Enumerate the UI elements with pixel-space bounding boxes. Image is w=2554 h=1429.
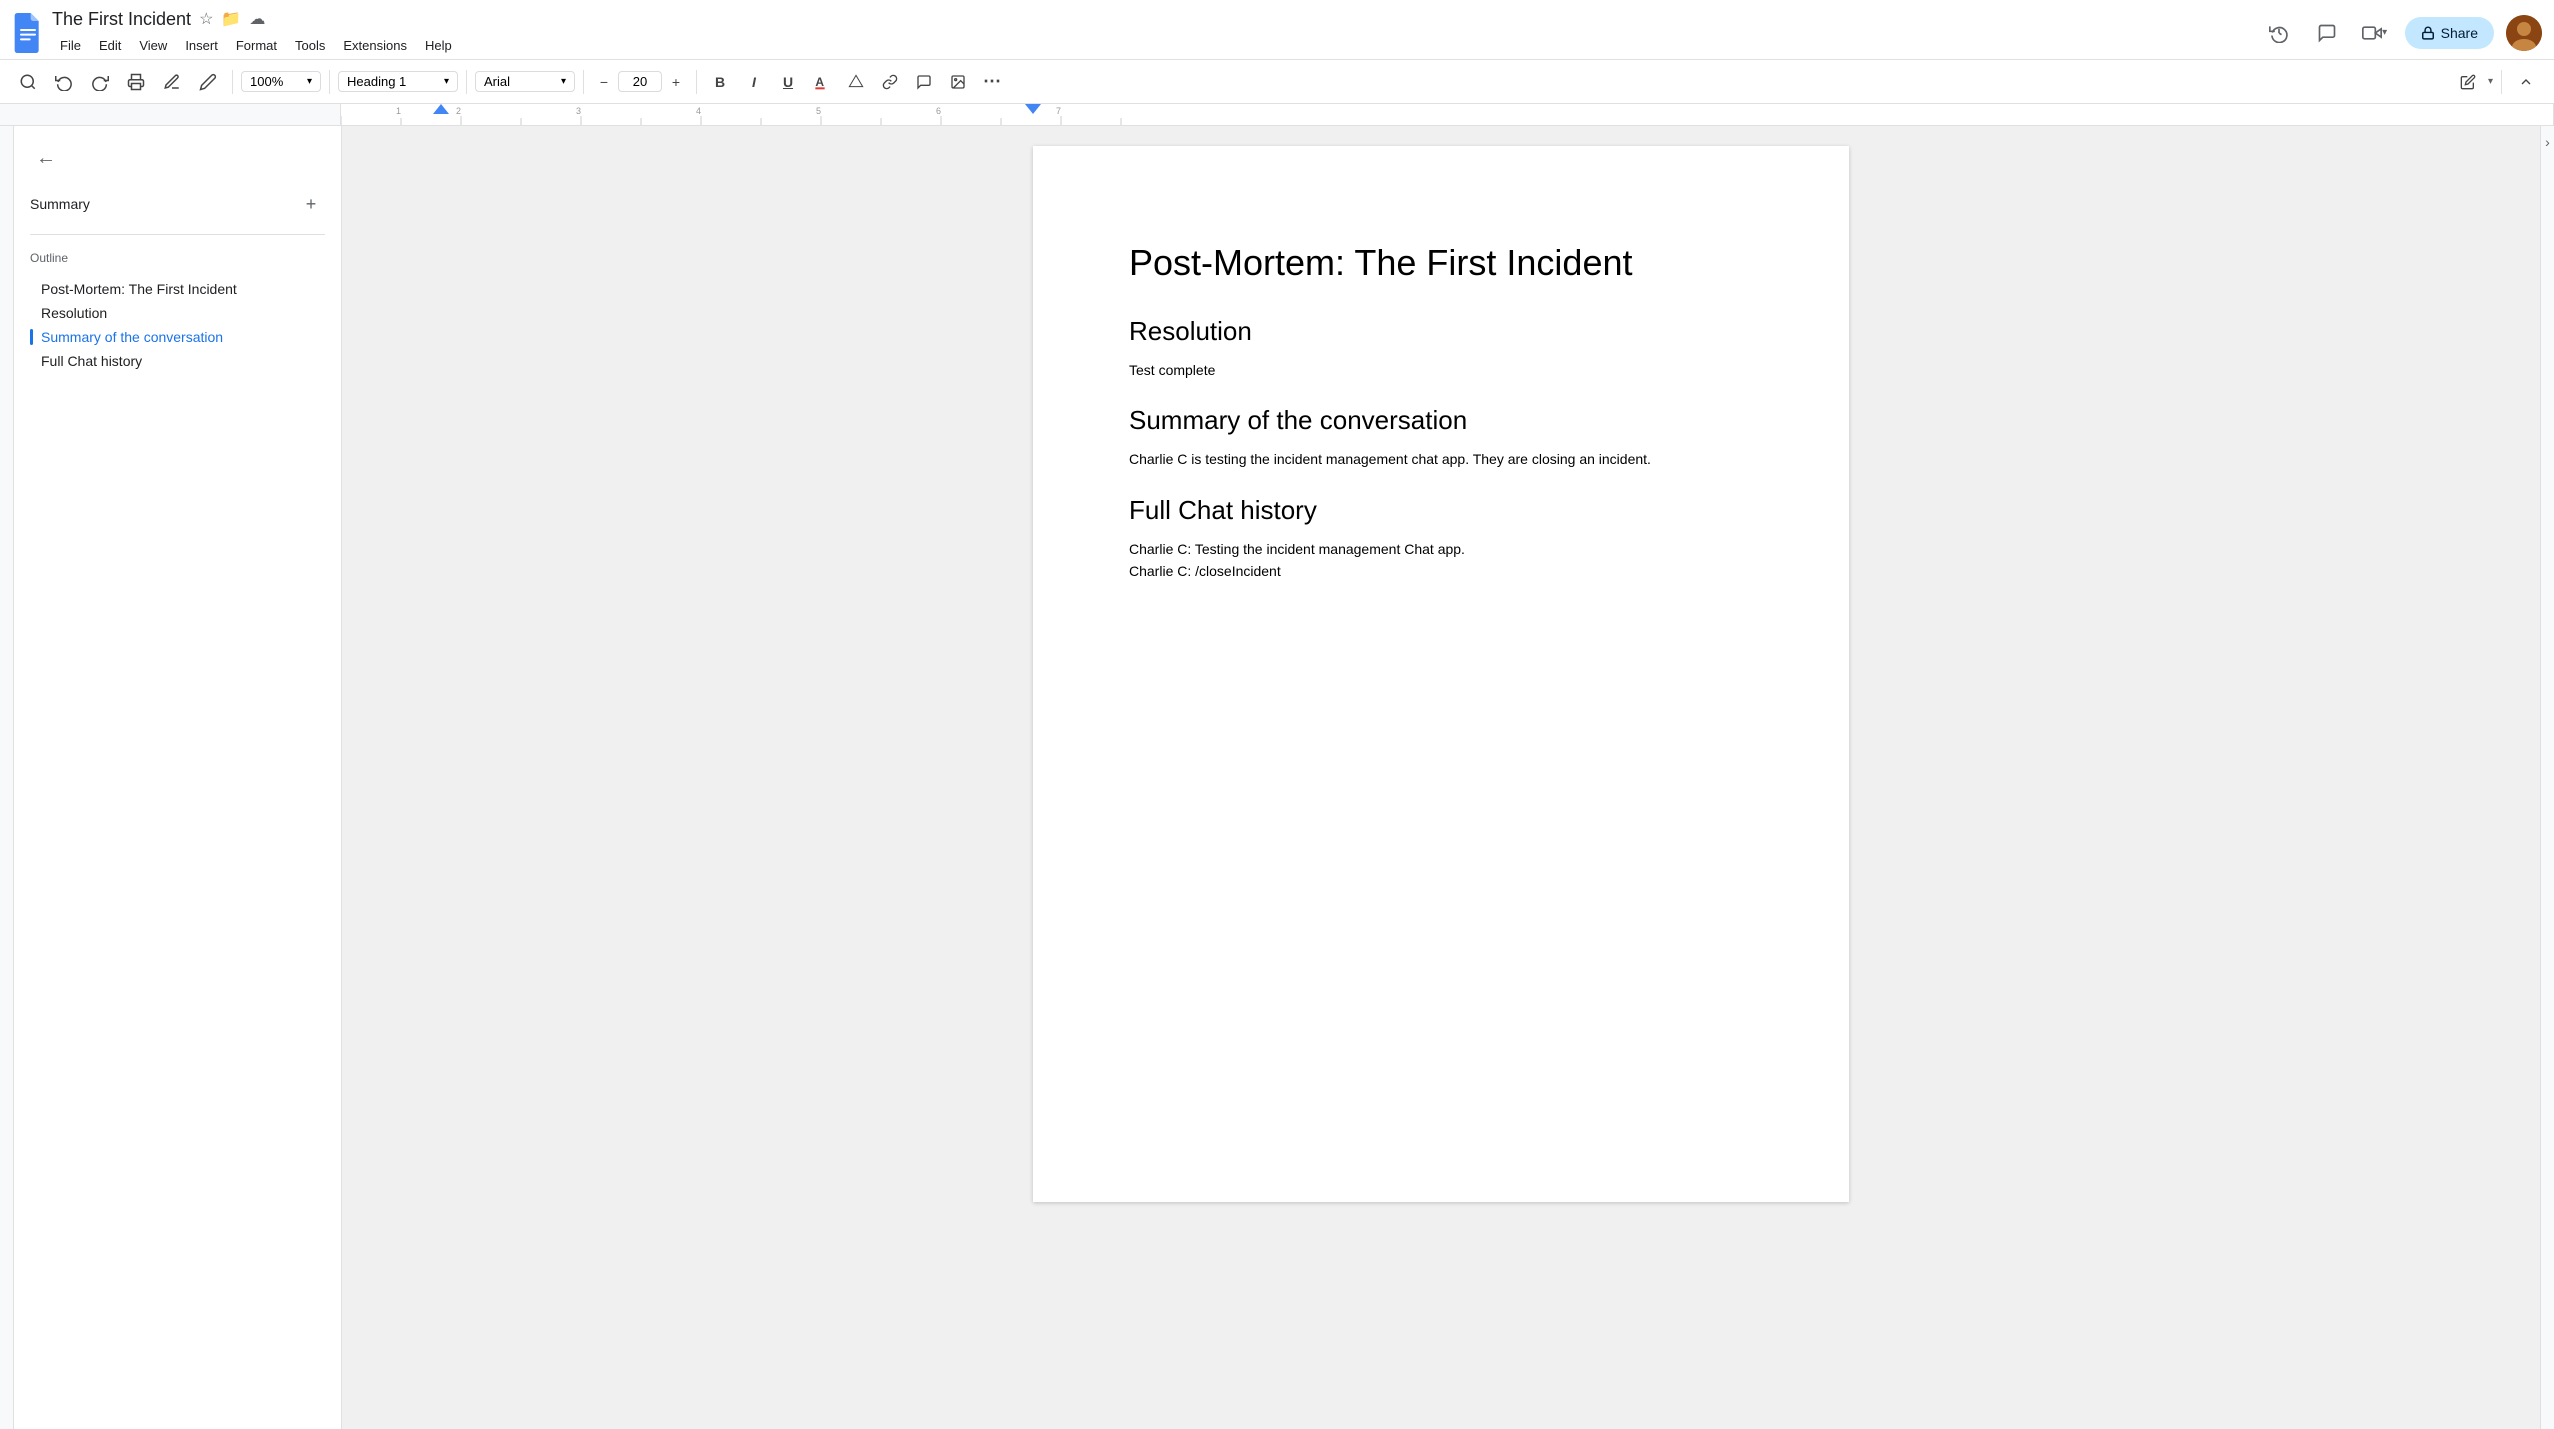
- menu-file[interactable]: File: [52, 34, 89, 57]
- title-bar-right: ▾ Share: [2261, 15, 2542, 51]
- section-2-heading: Summary of the conversation: [1129, 405, 1753, 436]
- font-size-value[interactable]: 20: [618, 71, 662, 92]
- avatar[interactable]: [2506, 15, 2542, 51]
- toolbar-divider-4: [583, 70, 584, 94]
- edit-mode-icon[interactable]: [2452, 66, 2484, 98]
- summary-label: Summary: [30, 196, 90, 212]
- video-icon[interactable]: ▾: [2357, 15, 2393, 51]
- main-area: ← Summary + Outline Post-Mortem: The Fir…: [0, 126, 2554, 1429]
- italic-button[interactable]: I: [739, 67, 769, 97]
- history-icon[interactable]: [2261, 15, 2297, 51]
- docs-logo: [12, 13, 44, 53]
- toolbar: 100% ▾ Heading 1 ▾ Arial ▾ − 20 + B I U …: [0, 60, 2554, 104]
- menu-edit[interactable]: Edit: [91, 34, 129, 57]
- toolbar-divider-6: [2501, 70, 2502, 94]
- title-section: The First Incident ☆ 📁 ☁ File Edit View …: [52, 9, 460, 57]
- section-1-heading: Resolution: [1129, 316, 1753, 347]
- share-label: Share: [2441, 25, 2478, 41]
- style-value: Heading 1: [347, 74, 406, 89]
- sidebar-divider: [30, 234, 325, 235]
- svg-text:4: 4: [696, 106, 701, 116]
- svg-text:1: 1: [396, 106, 401, 116]
- star-icon[interactable]: ☆: [199, 9, 213, 29]
- highlight-button[interactable]: [841, 67, 871, 97]
- svg-text:3: 3: [576, 106, 581, 116]
- menu-tools[interactable]: Tools: [287, 34, 333, 57]
- link-button[interactable]: [875, 67, 905, 97]
- font-size-control: − 20 +: [592, 70, 688, 94]
- spellcheck-icon[interactable]: [156, 66, 188, 98]
- paint-format-icon[interactable]: [192, 66, 224, 98]
- right-panel: ›: [2540, 126, 2554, 1429]
- outline-item-1[interactable]: Post-Mortem: The First Incident: [30, 277, 325, 301]
- folder-icon[interactable]: 📁: [221, 9, 241, 29]
- style-chevron-icon: ▾: [444, 76, 449, 87]
- outline-item-3[interactable]: Summary of the conversation: [30, 325, 325, 349]
- sidebar-summary-row: Summary +: [30, 190, 325, 218]
- section-1-body: Test complete: [1129, 359, 1753, 381]
- add-summary-button[interactable]: +: [297, 190, 325, 218]
- bold-button[interactable]: B: [705, 67, 735, 97]
- menu-view[interactable]: View: [131, 34, 175, 57]
- print-icon[interactable]: [120, 66, 152, 98]
- menu-help[interactable]: Help: [417, 34, 460, 57]
- toolbar-divider-3: [466, 70, 467, 94]
- image-button[interactable]: [943, 67, 973, 97]
- cloud-icon[interactable]: ☁: [249, 9, 265, 29]
- zoom-control[interactable]: 100% ▾: [241, 71, 321, 92]
- redo-icon[interactable]: [84, 66, 116, 98]
- left-margin: [0, 126, 14, 1429]
- doc-page: Post-Mortem: The First Incident Resoluti…: [1033, 146, 1849, 1202]
- font-value: Arial: [484, 74, 510, 89]
- menu-bar: File Edit View Insert Format Tools Exten…: [52, 34, 460, 57]
- font-selector[interactable]: Arial ▾: [475, 71, 575, 92]
- search-icon[interactable]: [12, 66, 44, 98]
- toolbar-divider-5: [696, 70, 697, 94]
- section-2-body: Charlie C is testing the incident manage…: [1129, 448, 1753, 470]
- outline-item-2[interactable]: Resolution: [30, 301, 325, 325]
- svg-text:5: 5: [816, 106, 821, 116]
- menu-insert[interactable]: Insert: [177, 34, 226, 57]
- svg-text:6: 6: [936, 106, 941, 116]
- svg-text:A: A: [815, 75, 824, 89]
- menu-extensions[interactable]: Extensions: [335, 34, 415, 57]
- comment-button[interactable]: [909, 67, 939, 97]
- svg-text:2: 2: [456, 106, 461, 116]
- zoom-chevron-icon: ▾: [307, 76, 312, 87]
- outline-label: Outline: [30, 251, 325, 265]
- toolbar-divider-2: [329, 70, 330, 94]
- sidebar: ← Summary + Outline Post-Mortem: The Fir…: [14, 126, 342, 1429]
- share-button[interactable]: Share: [2405, 17, 2494, 49]
- comments-icon[interactable]: [2309, 15, 2345, 51]
- doc-area[interactable]: Post-Mortem: The First Incident Resoluti…: [342, 126, 2540, 1429]
- collapse-icon[interactable]: [2510, 66, 2542, 98]
- ruler: 1 2 3 4 5 6 7: [0, 104, 2554, 126]
- text-color-button[interactable]: A: [807, 67, 837, 97]
- undo-icon[interactable]: [48, 66, 80, 98]
- font-size-increase[interactable]: +: [664, 70, 688, 94]
- font-size-decrease[interactable]: −: [592, 70, 616, 94]
- ruler-inner: 1 2 3 4 5 6 7: [340, 104, 2554, 125]
- chat-line-1: Charlie C: Testing the incident manageme…: [1129, 538, 1753, 560]
- style-selector[interactable]: Heading 1 ▾: [338, 71, 458, 92]
- menu-format[interactable]: Format: [228, 34, 285, 57]
- font-chevron-icon: ▾: [561, 76, 566, 87]
- outline-item-4[interactable]: Full Chat history: [30, 349, 325, 373]
- zoom-value: 100%: [250, 74, 283, 89]
- doc-title-heading: Post-Mortem: The First Incident: [1129, 242, 1753, 284]
- section-3-heading: Full Chat history: [1129, 495, 1753, 526]
- section-3-body: Charlie C: Testing the incident manageme…: [1129, 538, 1753, 583]
- collapse-panel-icon[interactable]: ›: [2545, 134, 2550, 150]
- doc-title[interactable]: The First Incident: [52, 9, 191, 30]
- toolbar-right: ▾: [2452, 66, 2542, 98]
- underline-button[interactable]: U: [773, 67, 803, 97]
- chat-line-2: Charlie C: /closeIncident: [1129, 560, 1753, 582]
- title-bar: The First Incident ☆ 📁 ☁ File Edit View …: [0, 0, 2554, 60]
- more-options-button[interactable]: ⋯: [977, 67, 1007, 97]
- back-button[interactable]: ←: [30, 142, 62, 174]
- svg-text:7: 7: [1056, 106, 1061, 116]
- toolbar-divider-1: [232, 70, 233, 94]
